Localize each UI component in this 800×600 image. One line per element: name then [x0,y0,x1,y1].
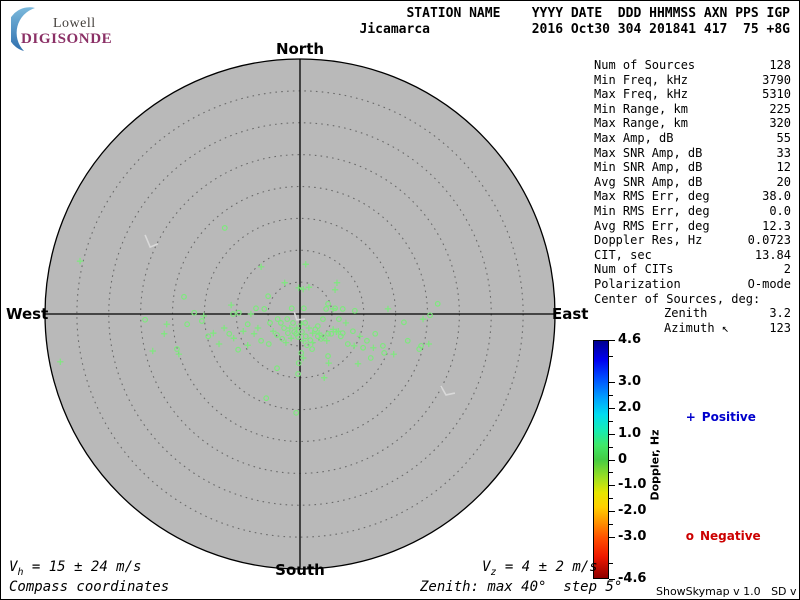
colorbar-tick-label: 2.0 [618,401,641,415]
colorbar-tick [609,340,615,342]
vertical-velocity: Vz = 4 ± 2 m/s [482,559,598,581]
version-note: ShowSkymap v 1.0 SD v 4.2 [656,585,800,598]
colorbar-tick-label: 1.0 [618,427,641,441]
colorbar-minor-tick [609,498,613,500]
colorbar-tick-label: -1.0 [618,478,646,492]
stat-row: Max Range, km320 [594,116,791,131]
colorbar-axis-label: Doppler, Hz [649,429,662,500]
stat-row: Max Amp, dB55 [594,131,791,146]
stat-row: Min Range, km225 [594,102,791,117]
colorbar-tick [609,485,615,487]
colorbar-tick-label: 4.6 [618,333,641,347]
colorbar-minor-tick [609,395,613,397]
legend-negative: o Negative [669,515,761,557]
colorbar-minor-tick [609,447,613,449]
colorbar-minor-tick [609,563,613,565]
stat-row: Min RMS Err, deg0.0 [594,204,791,219]
colorbar-tick [609,460,615,462]
stat-row: Avg RMS Err, deg12.3 [594,219,791,234]
horizontal-velocity: Vh = 15 ± 24 m/s [9,559,141,581]
stat-row: Min SNR Amp, dB12 [594,160,791,175]
stat-row: Doppler Res, Hz0.0723 [594,233,791,248]
stat-row: Num of CITs2 [594,262,791,277]
colorbar-tick [609,382,615,384]
legend-positive-label: Positive [702,410,756,424]
stats-panel: Num of Sources128Min Freq, kHz3790Max Fr… [594,58,791,335]
colorbar-minor-tick [609,524,613,526]
compass-label-west: West [6,306,48,322]
stat-row: Max SNR Amp, dB33 [594,146,791,161]
compass-label-east: East [552,306,588,322]
colorbar-minor-tick [609,356,613,358]
stat-row: PolarizationO-mode [594,277,791,292]
coordinates-note: Compass coordinates [9,579,169,595]
stat-row: CIT, sec13.84 [594,248,791,263]
plus-icon: + [686,410,696,424]
colorbar-tick-label: 0 [618,453,627,467]
colorbar-tick [609,537,615,539]
legend-negative-label: Negative [700,529,761,543]
stat-row: Avg SNR Amp, dB20 [594,175,791,190]
colorbar-tick-label: 3.0 [618,375,641,389]
doppler-colorbar [593,340,609,579]
showskymap-window: Lowell DIGISONDE STATION NAME YYYY DATE … [0,0,800,600]
colorbar-tick [609,511,615,513]
stat-row: Max Freq, kHz5310 [594,87,791,102]
colorbar-tick [609,434,615,436]
stat-row: Zenith3.2 [594,306,791,321]
colorbar-minor-tick [609,421,613,423]
legend-positive: + Positive [669,396,756,438]
colorbar-tick-label: -2.0 [618,504,646,518]
stat-row: Center of Sources, deg: [594,292,791,307]
stat-row: Num of Sources128 [594,58,791,73]
colorbar-minor-tick [609,472,613,474]
zenith-range-note: Zenith: max 40° step 5° [420,579,622,595]
stat-row: Min Freq, kHz3790 [594,73,791,88]
circle-icon: o [686,529,694,543]
colorbar-tick-label: -3.0 [618,530,646,544]
compass-label-north: North [276,41,324,57]
stat-row: Max RMS Err, deg38.0 [594,189,791,204]
colorbar-tick [609,408,615,410]
compass-label-south: South [275,562,325,578]
